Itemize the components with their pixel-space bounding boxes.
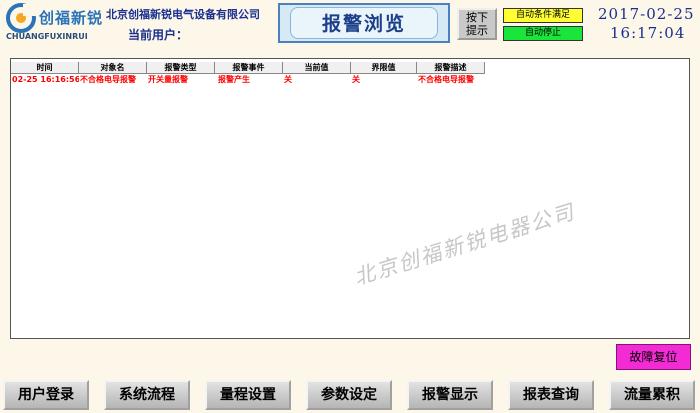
nav-alarm-display[interactable]: 报警显示 bbox=[407, 380, 493, 410]
bottom-nav: 用户登录 系统流程 量程设置 参数设定 报警显示 报表查询 流量累积 bbox=[0, 378, 700, 413]
cell-current: 关 bbox=[284, 75, 292, 84]
auto-stop-status: 自动停止 bbox=[503, 26, 583, 41]
column-header-limit[interactable]: 界限值 bbox=[351, 62, 417, 74]
column-header-event[interactable]: 报警事件 bbox=[215, 62, 283, 74]
cell-event: 报警产生 bbox=[218, 75, 250, 84]
column-header-type[interactable]: 报警类型 bbox=[147, 62, 215, 74]
current-time: 16:17:04 bbox=[610, 24, 686, 42]
column-header-desc[interactable]: 报警描述 bbox=[417, 62, 485, 74]
page-title-box: 报警浏览 bbox=[278, 3, 450, 43]
column-header-time[interactable]: 时间 bbox=[11, 62, 79, 74]
logo-text: 创福新锐 bbox=[39, 9, 104, 27]
cell-time: 02-25 16:16:56 bbox=[12, 75, 79, 84]
cell-object: 不合格电导报警 bbox=[80, 75, 136, 84]
auto-condition-status: 自动条件满足 bbox=[503, 8, 583, 23]
nav-report-query[interactable]: 报表查询 bbox=[508, 380, 594, 410]
fault-reset-button[interactable]: 故障复位 bbox=[616, 344, 691, 370]
nav-flow-accumulation[interactable]: 流量累积 bbox=[609, 380, 695, 410]
company-logo: 创福新锐 CHUANGFUXINRUI bbox=[4, 3, 104, 43]
header-bar: 创福新锐 CHUANGFUXINRUI 北京创福新锐电气设备有限公司 当前用户：… bbox=[0, 0, 700, 46]
column-header-current[interactable]: 当前值 bbox=[283, 62, 351, 74]
logo-mark-icon bbox=[6, 3, 36, 33]
nav-system-flow[interactable]: 系统流程 bbox=[104, 380, 190, 410]
cell-limit: 关 bbox=[352, 75, 360, 84]
current-user-label: 当前用户： bbox=[128, 28, 189, 42]
cell-desc: 不合格电导报警 bbox=[418, 75, 474, 84]
press-hint-button[interactable]: 按下 提示 bbox=[457, 8, 497, 40]
column-header-object[interactable]: 对象名 bbox=[79, 62, 147, 74]
company-name: 北京创福新锐电气设备有限公司 bbox=[106, 8, 260, 21]
alarm-table[interactable]: 时间 对象名 报警类型 报警事件 当前值 界限值 报警描述 02-25 16:1… bbox=[10, 58, 690, 339]
table-row[interactable]: 02-25 16:16:56 不合格电导报警 开关量报警 报警产生 关 关 不合… bbox=[11, 74, 485, 86]
press-hint-line2: 提示 bbox=[466, 24, 488, 37]
press-hint-line1: 按下 bbox=[466, 11, 488, 24]
nav-parameter-settings[interactable]: 参数设定 bbox=[306, 380, 392, 410]
logo-subtext: CHUANGFUXINRUI bbox=[6, 32, 88, 41]
table-header: 时间 对象名 报警类型 报警事件 当前值 界限值 报警描述 bbox=[11, 62, 485, 74]
current-date: 2017-02-25 bbox=[598, 5, 695, 23]
nav-range-settings[interactable]: 量程设置 bbox=[205, 380, 291, 410]
page-title: 报警浏览 bbox=[290, 7, 438, 39]
nav-user-login[interactable]: 用户登录 bbox=[3, 380, 89, 410]
cell-type: 开关量报警 bbox=[148, 75, 188, 84]
